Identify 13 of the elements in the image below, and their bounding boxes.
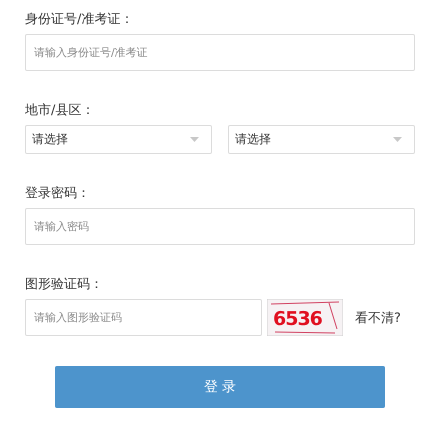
dropdown[interactable]: 请选择 [228, 125, 415, 154]
password-field[interactable]: 请输入密码 [25, 208, 415, 245]
captcha-field[interactable]: 请输入图形验证码 [25, 299, 262, 336]
id-number-field[interactable]: 请输入身份证号/准考证 [25, 34, 415, 71]
field-label: 身份证号/准考证： [25, 11, 134, 28]
field-label: 登录密码： [25, 185, 90, 202]
field-label: 图形验证码： [25, 276, 103, 293]
field-label: 地市/县区： [25, 102, 94, 119]
caret-icon [393, 137, 402, 142]
refresh-link[interactable]: 看不清? [355, 308, 401, 326]
captcha-image[interactable]: 6536 [267, 299, 343, 336]
dropdown[interactable]: 请选择 [25, 125, 212, 154]
caret-icon [190, 137, 199, 142]
